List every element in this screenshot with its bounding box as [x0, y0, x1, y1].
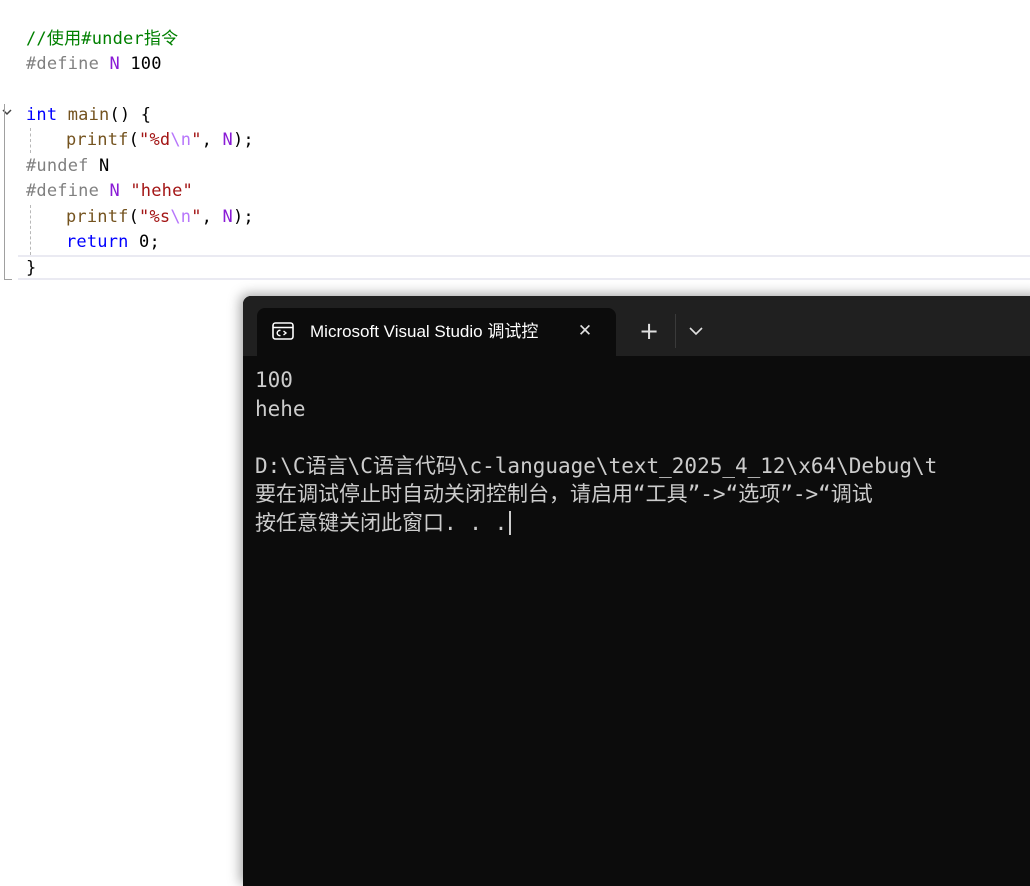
console-line-text: hehe — [255, 396, 306, 421]
code-token: "%d — [139, 130, 171, 150]
code-token: " — [191, 130, 202, 150]
tab-console[interactable]: Microsoft Visual Studio 调试控 ✕ — [257, 308, 616, 356]
code-token: //使用#under指令 — [26, 29, 179, 49]
close-icon[interactable]: ✕ — [575, 321, 595, 341]
code-line[interactable]: printf("%d\n", N); — [26, 128, 254, 153]
code-token: main — [67, 105, 110, 125]
console-line: 要在调试停止时自动关闭控制台，请启用“工具”->“选项”->“调试 — [255, 480, 1030, 509]
code-line[interactable]: printf("%s\n", N); — [26, 205, 254, 230]
tab-title: Microsoft Visual Studio 调试控 — [310, 322, 539, 341]
code-editor[interactable]: //使用#under指令 #define N 100 int main() {pri… — [0, 0, 1030, 300]
console-line-text: D:\C语言\C语言代码\c-language\text_2025_4_12\x… — [255, 453, 938, 478]
code-token: \n — [170, 130, 192, 150]
code-token: int — [26, 105, 58, 125]
code-token: , — [201, 130, 223, 150]
code-token: N — [222, 130, 233, 150]
code-token: #define — [26, 54, 110, 74]
code-line[interactable]: return 0; — [26, 230, 160, 255]
plus-icon[interactable]: + — [635, 318, 663, 346]
chevron-down-icon[interactable] — [1, 106, 13, 118]
code-token: ( — [128, 130, 140, 150]
toolbar-divider — [675, 314, 676, 348]
title-bar[interactable]: Microsoft Visual Studio 调试控 ✕ + — [243, 296, 1030, 356]
code-token: printf — [66, 207, 129, 227]
code-token: \n — [170, 207, 192, 227]
scope-bar-end — [4, 279, 12, 280]
code-line[interactable]: //使用#under指令 — [26, 27, 178, 52]
code-line[interactable]: #define N 100 — [26, 52, 162, 77]
code-line[interactable]: #undef N — [26, 154, 109, 179]
code-token: } — [26, 258, 37, 278]
code-token: 100 — [119, 54, 162, 74]
code-token: N — [99, 156, 110, 176]
scope-bar — [4, 104, 5, 280]
console-line: hehe — [255, 395, 1030, 424]
code-line[interactable]: #define N "hehe" — [26, 179, 193, 204]
current-line-highlight — [18, 255, 1030, 280]
text-cursor — [509, 510, 512, 535]
code-token: #define — [26, 181, 110, 201]
code-token: " — [191, 207, 202, 227]
code-token: N — [222, 207, 233, 227]
console-line-text: 100 — [255, 368, 293, 392]
code-token: N — [109, 181, 120, 201]
console-line: 100 — [255, 366, 1030, 395]
chevron-down-icon[interactable] — [687, 324, 705, 338]
console-line-text: 按任意键关闭此窗口. . . — [255, 510, 508, 535]
code-token: ( — [128, 207, 140, 227]
code-token: "%s — [139, 207, 171, 227]
console-output[interactable]: 100 hehe D:\C语言\C语言代码\c-language\text_2025… — [255, 366, 1030, 537]
code-line[interactable]: } — [26, 256, 36, 281]
code-token: 0; — [128, 232, 160, 252]
console-line: D:\C语言\C语言代码\c-language\text_2025_4_12\x… — [255, 452, 1030, 481]
console-line: 按任意键关闭此窗口. . . — [255, 509, 1030, 538]
code-token: #undef — [26, 156, 100, 176]
code-token: () { — [109, 105, 152, 125]
indent-guide — [30, 205, 31, 255]
indent-guide — [30, 128, 31, 153]
code-token: "hehe" — [130, 181, 193, 201]
code-token: return — [66, 232, 129, 252]
code-token: N — [109, 54, 120, 74]
code-token: ); — [232, 207, 254, 227]
code-token: printf — [66, 130, 129, 150]
code-token: ); — [232, 130, 254, 150]
console-window[interactable]: Microsoft Visual Studio 调试控 ✕ + 100 hehe D… — [243, 296, 1030, 886]
code-line[interactable]: int main() { — [26, 103, 151, 128]
console-line-text: 要在调试停止时自动关闭控制台，请启用“工具”->“选项”->“调试 — [255, 482, 873, 506]
code-token: , — [201, 207, 223, 227]
console-icon — [272, 322, 294, 340]
